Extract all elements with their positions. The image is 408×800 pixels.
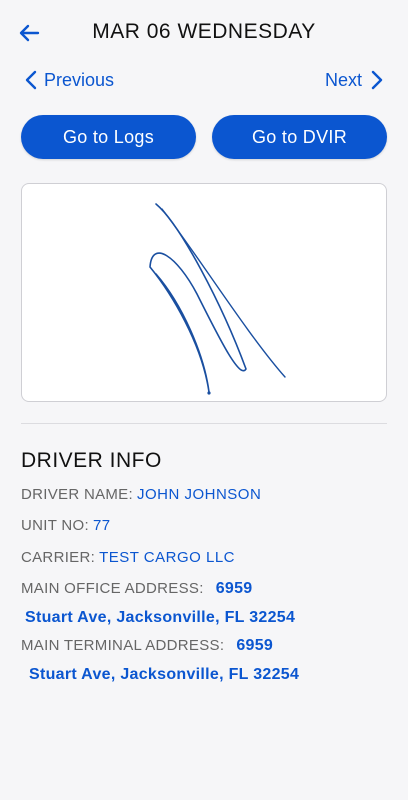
carrier-label: CARRIER:	[21, 549, 96, 566]
driver-name-row: DRIVER NAME: JOHN JOHNSON	[21, 486, 261, 503]
main-office-street: Stuart Ave, Jacksonville, FL 32254	[25, 609, 296, 626]
unit-no-value: 77	[92, 517, 111, 534]
next-label: Next	[324, 69, 362, 90]
go-to-logs-button[interactable]: Go to Logs	[21, 115, 196, 159]
page-title: MAR 06 WEDNESDAY	[92, 20, 316, 43]
signature-pad[interactable]	[21, 183, 387, 402]
main-office-label: MAIN OFFICE ADDRESS:	[21, 580, 204, 597]
main-terminal-street: Stuart Ave, Jacksonville, FL 32254	[29, 666, 300, 683]
main-terminal-number: 6959	[236, 637, 274, 654]
driver-name-label: DRIVER NAME:	[21, 486, 133, 503]
next-day-link[interactable]: Next	[325, 68, 384, 92]
app-header: MAR 06 WEDNESDAY	[0, 0, 408, 66]
unit-no-row: UNIT NO: 77	[21, 517, 111, 534]
chevron-right-icon	[371, 70, 383, 90]
main-terminal-label: MAIN TERMINAL ADDRESS:	[21, 637, 225, 654]
main-office-number: 6959	[215, 580, 253, 597]
driver-info-title: DRIVER INFO	[21, 449, 162, 472]
driver-name-value: JOHN JOHNSON	[136, 486, 262, 503]
unit-no-label: UNIT NO:	[21, 517, 89, 534]
chevron-left-icon	[25, 70, 37, 90]
go-to-dvir-button[interactable]: Go to DVIR	[212, 115, 387, 159]
previous-day-link[interactable]: Previous	[24, 68, 114, 92]
divider	[21, 423, 387, 424]
signature-image	[149, 203, 286, 395]
main-terminal-row: MAIN TERMINAL ADDRESS: 6959	[21, 637, 273, 655]
carrier-row: CARRIER: TEST CARGO LLC	[21, 549, 235, 566]
previous-label: Previous	[44, 69, 115, 90]
main-office-row: MAIN OFFICE ADDRESS: 6959	[21, 580, 253, 598]
carrier-value: TEST CARGO LLC	[99, 549, 235, 566]
